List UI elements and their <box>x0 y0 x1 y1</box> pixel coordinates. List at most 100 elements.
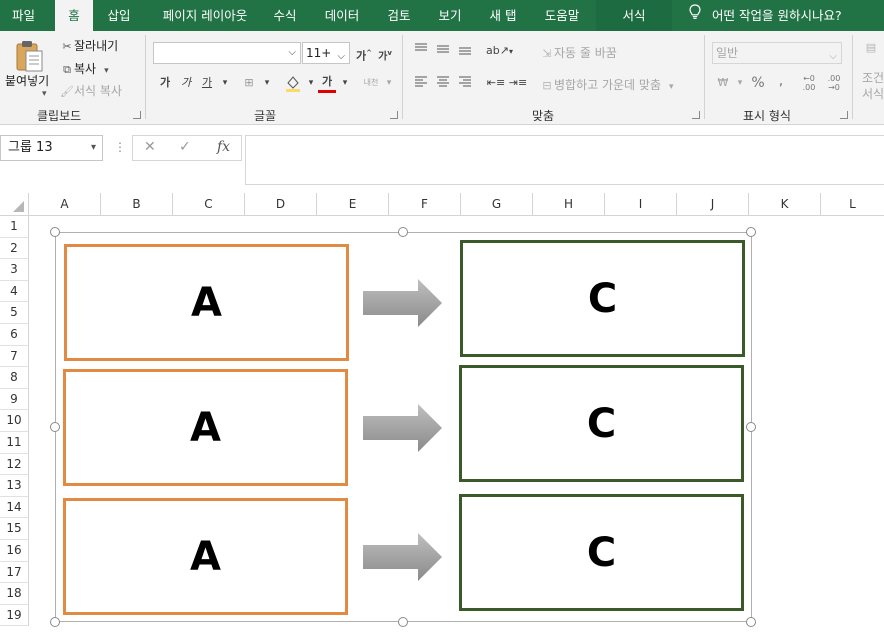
column-header[interactable]: I <box>605 193 677 216</box>
percent-button[interactable]: % <box>749 74 767 92</box>
wrap-text-button[interactable]: ⇲ 자동 줄 바꿈 <box>540 44 616 61</box>
fill-color-icon[interactable] <box>284 74 302 92</box>
increase-decimal-button[interactable]: ←0 .00 <box>797 74 821 92</box>
resize-dots-icon[interactable]: ⋮ <box>114 140 126 154</box>
row-header[interactable]: 11 <box>0 432 29 454</box>
tab-new-tab[interactable]: 새 탭 <box>481 0 525 31</box>
tab-page-layout[interactable]: 페이지 레이아웃 <box>150 0 260 31</box>
font-launcher-icon[interactable] <box>390 111 398 119</box>
comma-button[interactable]: , <box>772 72 790 90</box>
font-color-button[interactable]: 가 <box>318 73 336 93</box>
number-launcher-icon[interactable] <box>840 111 848 119</box>
paste-icon[interactable] <box>14 39 44 73</box>
resize-handle[interactable] <box>50 422 60 432</box>
row-header[interactable]: 5 <box>0 302 29 324</box>
column-header[interactable]: F <box>389 193 461 216</box>
tab-format[interactable]: 서식 <box>610 0 658 31</box>
decrease-decimal-button[interactable]: .00 →0 <box>822 74 846 92</box>
orientation-icon[interactable]: ab↗▾ <box>486 42 513 60</box>
decrease-indent-icon[interactable]: ⇤≡ <box>486 74 506 92</box>
column-header[interactable]: K <box>749 193 821 216</box>
phonetic-dropdown-icon[interactable]: ▾ <box>380 74 398 92</box>
alignment-launcher-icon[interactable] <box>692 111 700 119</box>
font-color-dropdown-icon[interactable]: ▾ <box>336 74 354 92</box>
conditional-format-line2[interactable]: 서식 <box>862 85 884 102</box>
copy-dropdown-icon[interactable]: ▾ <box>104 66 109 76</box>
row-header[interactable]: 16 <box>0 540 29 562</box>
insert-function-icon[interactable]: fx <box>217 139 230 155</box>
font-size-select[interactable]: 11+ ⌵ <box>302 42 350 64</box>
copy-button[interactable]: ⧉ 복사 ▾ <box>60 60 109 77</box>
tab-home[interactable]: 홈 <box>55 0 93 31</box>
tab-formulas[interactable]: 수식 <box>265 0 305 31</box>
row-header[interactable]: 13 <box>0 475 29 497</box>
column-header[interactable]: C <box>173 193 245 216</box>
number-format-select[interactable]: 일반 ⌵ <box>712 42 842 64</box>
row-header[interactable]: 10 <box>0 410 29 432</box>
clipboard-launcher-icon[interactable] <box>133 111 141 119</box>
column-header[interactable]: A <box>29 193 101 216</box>
bold-button[interactable]: 가 <box>156 74 174 92</box>
row-header[interactable]: 1 <box>0 216 29 238</box>
increase-indent-icon[interactable]: ⇥≡ <box>508 74 528 92</box>
tab-file[interactable]: 파일 <box>0 0 47 31</box>
font-name-select[interactable]: ⌵ <box>153 42 301 64</box>
conditional-format-line1[interactable]: 조건 <box>862 69 884 86</box>
column-header[interactable]: D <box>245 193 317 216</box>
tab-review[interactable]: 검토 <box>380 0 418 31</box>
column-header[interactable]: J <box>677 193 749 216</box>
align-right-icon[interactable] <box>456 74 474 92</box>
row-header[interactable]: 18 <box>0 583 29 605</box>
conditional-format-icon[interactable]: ▤ <box>862 39 880 57</box>
merge-center-button[interactable]: ⊟ 병합하고 가운데 맞춤 ▾ <box>540 76 674 93</box>
merge-dropdown-icon[interactable]: ▾ <box>669 82 674 92</box>
grow-font-button[interactable]: 가^ <box>355 44 373 63</box>
row-header[interactable]: 14 <box>0 496 29 519</box>
border-dropdown-icon[interactable]: ▾ <box>258 74 276 92</box>
column-header[interactable]: E <box>317 193 389 216</box>
underline-dropdown-icon[interactable]: ▾ <box>216 74 234 92</box>
enter-icon[interactable]: ✓ <box>179 139 191 155</box>
row-header[interactable]: 15 <box>0 518 29 540</box>
phonetic-button[interactable]: 내천 <box>360 74 382 92</box>
column-header[interactable]: G <box>461 193 533 216</box>
resize-handle[interactable] <box>746 422 756 432</box>
row-header[interactable]: 2 <box>0 237 29 260</box>
row-header[interactable]: 6 <box>0 324 29 346</box>
resize-handle[interactable] <box>398 227 408 237</box>
currency-dropdown-icon[interactable]: ▾ <box>731 74 749 92</box>
group-selection-frame[interactable] <box>55 232 752 622</box>
resize-handle[interactable] <box>746 227 756 237</box>
align-middle-icon[interactable] <box>434 42 452 60</box>
resize-handle[interactable] <box>398 617 408 627</box>
format-painter-button[interactable]: 🖌서식 복사 <box>60 82 122 99</box>
resize-handle[interactable] <box>746 617 756 627</box>
tab-view[interactable]: 보기 <box>431 0 469 31</box>
formula-input[interactable] <box>245 135 884 185</box>
column-header[interactable]: H <box>533 193 605 216</box>
column-header[interactable]: B <box>101 193 173 216</box>
cut-button[interactable]: ✂ 잘라내기 <box>60 37 118 54</box>
row-header[interactable]: 17 <box>0 561 29 584</box>
shrink-font-button[interactable]: 가v <box>376 44 394 62</box>
align-bottom-icon[interactable] <box>456 42 474 60</box>
column-header[interactable]: L <box>821 193 884 216</box>
row-header[interactable]: 19 <box>0 604 29 627</box>
tell-me-search[interactable]: 어떤 작업을 원하시나요? <box>688 0 842 31</box>
chevron-down-icon[interactable]: ▾ <box>91 136 96 160</box>
italic-button[interactable]: 가 <box>177 74 195 92</box>
row-header[interactable]: 9 <box>0 388 29 411</box>
resize-handle[interactable] <box>50 617 60 627</box>
currency-icon[interactable]: ₩ <box>714 74 732 92</box>
paste-button[interactable]: 붙여넣기 <box>5 72 49 89</box>
row-header[interactable]: 12 <box>0 453 29 476</box>
tab-insert[interactable]: 삽입 <box>100 0 138 31</box>
tab-help[interactable]: 도움말 <box>538 0 586 31</box>
tab-data[interactable]: 데이터 <box>318 0 366 31</box>
paste-dropdown-icon[interactable]: ▾ <box>42 89 47 99</box>
row-header[interactable]: 4 <box>0 280 29 303</box>
name-box[interactable]: 그룹 13 ▾ <box>0 135 103 161</box>
border-icon[interactable]: ⊞ <box>240 74 258 92</box>
row-header[interactable]: 7 <box>0 345 29 368</box>
underline-button[interactable]: 가 <box>198 74 216 92</box>
